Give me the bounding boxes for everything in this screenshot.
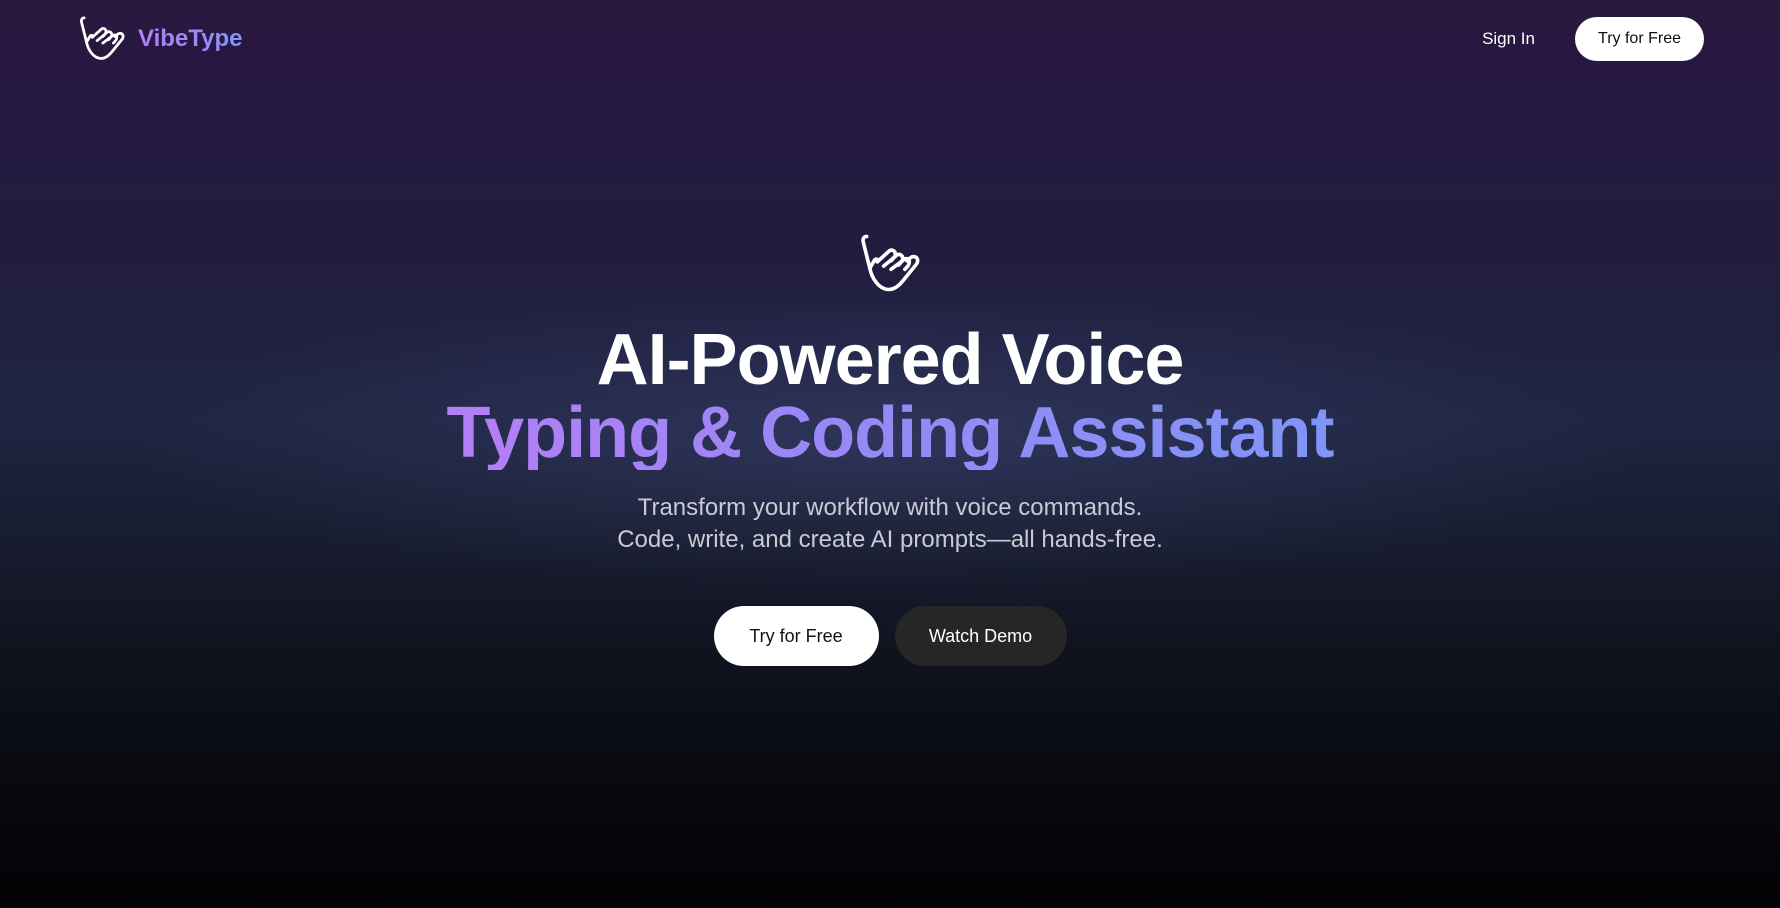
headline-line-1: AI-Powered Voice: [596, 320, 1185, 400]
top-nav: VibeType Sign In Try for Free: [0, 0, 1780, 78]
headline-line-2: Typing & Coding Assistant: [446, 393, 1335, 473]
hero-cta-row: Try for Free Watch Demo: [713, 606, 1067, 666]
sign-in-button[interactable]: Sign In: [1482, 29, 1535, 49]
subtitle-line-2: Code, write, and create AI prompts—all h…: [617, 526, 1163, 553]
subtitle-line-1: Transform your workflow with voice comma…: [637, 494, 1143, 521]
hero-try-free-button[interactable]: Try for Free: [713, 606, 879, 666]
hero-section: AI-Powered Voice Typing & Coding Assista…: [0, 230, 1780, 666]
hero-headline: AI-Powered Voice Typing & Coding Assista…: [446, 320, 1335, 473]
hero-subtitle: Transform your workflow with voice comma…: [617, 492, 1163, 556]
brand-name: VibeType: [138, 25, 243, 52]
hand-shaka-icon: [861, 234, 920, 292]
nav-actions: Sign In Try for Free: [1482, 17, 1704, 61]
hand-shaka-icon: [80, 16, 125, 60]
watch-demo-button[interactable]: Watch Demo: [894, 606, 1067, 666]
nav-try-free-button[interactable]: Try for Free: [1575, 17, 1704, 61]
brand-logo-link[interactable]: VibeType: [76, 13, 242, 65]
